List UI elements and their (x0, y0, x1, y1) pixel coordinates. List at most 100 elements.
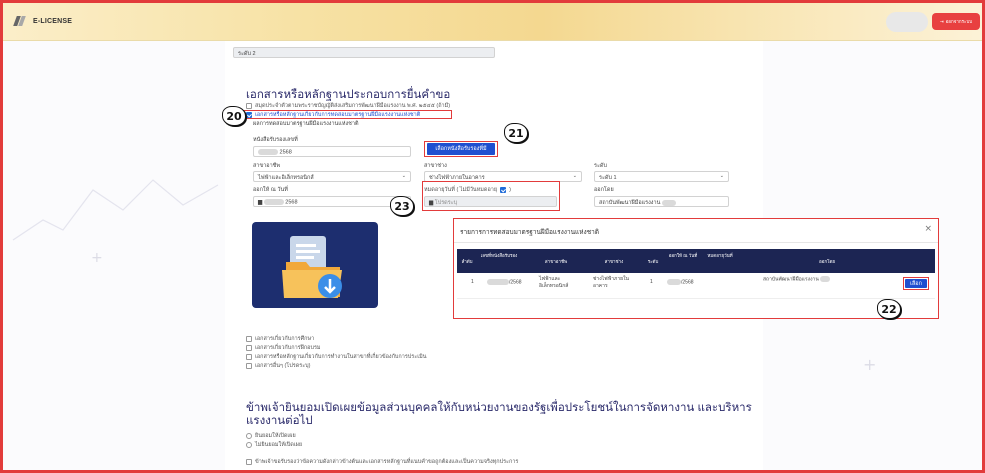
issued-by-label: ออกโดย (594, 187, 614, 193)
checkbox-box[interactable] (246, 459, 252, 465)
checkbox-label: ข้าพเจ้าขอรับรองว่าข้อความดังกล่าวข้างต้… (255, 459, 519, 465)
chevron-down-icon: ⌄ (719, 173, 724, 179)
redacted (487, 279, 509, 285)
step-badge-23: 23 (390, 196, 414, 216)
logout-icon: ⇥ (939, 18, 944, 24)
document-illustration (252, 222, 378, 308)
cell-level: 1 (650, 279, 653, 285)
checkbox-box[interactable] (246, 363, 252, 369)
issued-date-value: 2568 (285, 199, 298, 206)
redacted (667, 279, 681, 285)
checkbox-standard-test[interactable]: เอกสารหรือหลักฐานเกี่ยวกับการทดสอบมาตรฐา… (246, 111, 420, 119)
app-logo[interactable]: E-LICENSE (13, 16, 73, 26)
modal-divider (454, 242, 938, 243)
folder-download-icon (282, 236, 342, 298)
level-select[interactable]: ระดับ 1 ⌄ (594, 171, 729, 182)
user-avatar[interactable] (886, 12, 928, 32)
branch-label: สาขาอาชีพ (253, 163, 281, 169)
level-value: ระดับ 1 (599, 175, 617, 181)
redacted (263, 199, 284, 205)
expiry-placeholder: โปรดระบุ (434, 200, 458, 206)
cell-issued-by: สถาบันพัฒนาฝีมือแรงงาน (763, 276, 873, 283)
top-bar: E-LICENSE ⇥ ออกจากระบบ (3, 3, 982, 41)
table-row: 1 /2568 ไฟฟ้าและอิเล็กทรอนิกส์ ช่างไฟฟ้า… (457, 273, 935, 299)
no-expiry-checkbox[interactable] (500, 187, 507, 193)
consent-title: ข้าพเจ้ายินยอมเปิดเผยข้อมูลส่วนบุคคลให้ก… (246, 402, 752, 427)
radio-label: ไม่ยินยอมให้เปิดเผย (255, 442, 303, 448)
redacted (820, 276, 831, 282)
cell-issued-by-value: สถาบันพัฒนาฝีมือแรงงาน (763, 276, 819, 283)
certificate-list-modal: รายการการทดสอบมาตรฐานฝีมือแรงงานแห่งชาติ… (453, 218, 939, 319)
sub-label: ผลการทดสอบมาตรฐานฝีมือแรงงานแห่งชาติ (253, 121, 359, 127)
redacted (258, 149, 278, 155)
checkbox-label: สมุดประจำตัวตามพระราชบัญญัติส่งเสริมการพ… (255, 103, 451, 109)
radio-button[interactable] (246, 433, 252, 439)
svg-text:+: + (863, 355, 876, 374)
checkbox-box[interactable] (246, 354, 252, 360)
checkbox-box[interactable] (246, 336, 252, 342)
checkbox-labor-card[interactable]: สมุดประจำตัวตามพระราชบัญญัติส่งเสริมการพ… (246, 102, 450, 110)
step-badge-20: 20 (222, 106, 246, 126)
checkbox-label: เอกสารหรือหลักฐานเกี่ยวกับการทำงานในสาขา… (255, 354, 427, 360)
col-branch: สาขาอาชีพ (544, 259, 568, 264)
col-level: ระดับ (647, 259, 659, 264)
checkbox-box[interactable] (246, 103, 252, 109)
cert-no-value: 2568 (279, 149, 292, 156)
cell-cert-no-value: /2568 (509, 279, 522, 286)
app-name: E-LICENSE (33, 17, 73, 25)
radio-label: ยินยอมให้เปิดเผย (255, 433, 296, 439)
cert-no-field[interactable]: 2568 (253, 146, 411, 157)
cell-issued: /2568 (667, 279, 694, 286)
expiry-label: หมดอายุวันที่ ( ไม่มีวันหมดอายุ (424, 187, 498, 193)
svg-text:+: + (91, 250, 103, 266)
cell-index: 1 (471, 279, 474, 285)
checkbox-training[interactable]: เอกสารเกี่ยวกับการฝึกอบรม (246, 344, 321, 352)
background-plus-decoration: + (863, 355, 876, 374)
calendar-icon: ▆ (429, 200, 434, 206)
background-wave-decoration: + (12, 179, 219, 266)
checkbox-label: เอกสารอื่นๆ (โปรดระบุ) (255, 363, 311, 369)
col-expiry: หมดอายุวันที่ (707, 253, 733, 258)
close-icon[interactable]: × (924, 224, 932, 234)
branch-value: ไฟฟ้าและอิเล็กทรอนิกส์ (258, 175, 314, 181)
col-issued-by: ออกโดย (818, 259, 836, 264)
no-expiry-row[interactable]: หมดอายุวันที่ ( ไม่มีวันหมดอายุ ) (424, 186, 511, 194)
checkbox-other[interactable]: เอกสารอื่นๆ (โปรดระบุ) (246, 362, 311, 370)
col-cert-no: เลขที่หนังสือรับรอง (480, 253, 518, 258)
select-certificate-button[interactable]: เลือกหนังสือรับรองที่มี (427, 143, 495, 155)
trade-label: สาขาช่าง (424, 163, 447, 169)
col-issued: ออกให้ ณ วันที่ (668, 253, 698, 258)
col-index: ลำดับ (461, 259, 473, 264)
calendar-icon: ▆ (258, 199, 263, 206)
step-badge-22: 22 (877, 299, 901, 319)
level-top-value: ระดับ 2 (238, 51, 256, 57)
expiry-date-field[interactable]: ▆ โปรดระบุ (424, 196, 557, 207)
branch-select[interactable]: ไฟฟ้าและอิเล็กทรอนิกส์ ⌄ (253, 171, 411, 182)
col-trade: สาขาช่าง (604, 259, 624, 264)
expiry-label-suffix: ) (509, 187, 511, 193)
issued-by-field[interactable]: สถาบันพัฒนาฝีมือแรงงาน (594, 196, 729, 207)
radio-consent-yes[interactable]: ยินยอมให้เปิดเผย (246, 432, 296, 440)
step-badge-21: 21 (504, 123, 528, 143)
cell-branch: ไฟฟ้าและอิเล็กทรอนิกส์ (539, 276, 569, 289)
cell-trade: ช่างไฟฟ้าภายในอาคาร (593, 276, 629, 289)
chevron-down-icon: ⌄ (572, 173, 577, 179)
checkbox-label: เอกสารหรือหลักฐานเกี่ยวกับการทดสอบมาตรฐา… (255, 112, 421, 118)
logout-button[interactable]: ⇥ ออกจากระบบ (932, 13, 980, 30)
checkbox-education[interactable]: เอกสารเกี่ยวกับการศึกษา (246, 335, 314, 343)
checkbox-label: เอกสารเกี่ยวกับการศึกษา (255, 336, 315, 342)
checkbox-certify[interactable]: ข้าพเจ้าขอรับรองว่าข้อความดังกล่าวข้างต้… (246, 458, 518, 466)
modal-title: รายการการทดสอบมาตรฐานฝีมือแรงงานแห่งชาติ (460, 229, 599, 236)
checkbox-work[interactable]: เอกสารหรือหลักฐานเกี่ยวกับการทำงานในสาขา… (246, 353, 426, 361)
radio-consent-no[interactable]: ไม่ยินยอมให้เปิดเผย (246, 441, 302, 449)
checkbox-box-checked[interactable] (246, 112, 252, 118)
cell-issued-value: /2568 (681, 279, 694, 286)
logout-label: ออกจากระบบ (945, 19, 973, 24)
level-label: ระดับ (594, 163, 607, 169)
issued-date-field[interactable]: ▆ 2568 (253, 196, 411, 207)
checkbox-box[interactable] (246, 345, 252, 351)
level-top-field: ระดับ 2 (233, 47, 495, 58)
radio-button[interactable] (246, 442, 252, 448)
select-row-button[interactable]: เลือก (905, 279, 927, 288)
redacted (661, 199, 676, 206)
